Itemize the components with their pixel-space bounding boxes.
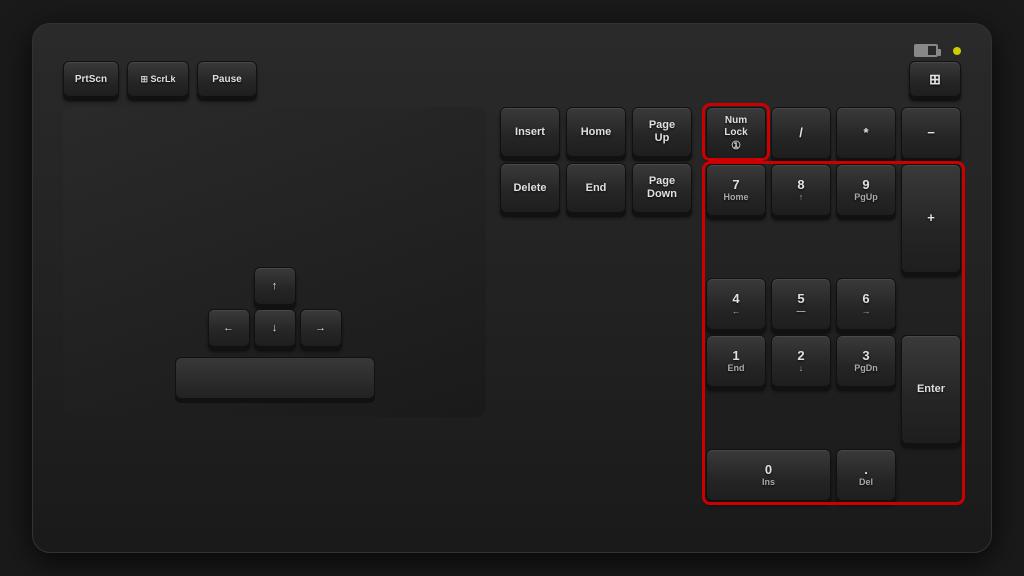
arrow-down-key[interactable]: ↓: [254, 309, 296, 347]
nav-section: Insert Home PageUp Delete End PageDown: [500, 107, 692, 279]
numpad-8-key[interactable]: 8 ↑: [771, 164, 831, 216]
battery-fill: [916, 46, 928, 55]
end-key[interactable]: End: [566, 163, 626, 213]
battery-icon: [914, 44, 938, 57]
numpad-row-4: 0 Ins . Del: [706, 449, 961, 501]
alpha-block: ↑ ← ↓ →: [63, 107, 486, 417]
arrow-left-key[interactable]: ←: [208, 309, 250, 347]
numpad-enter-key[interactable]: Enter: [901, 335, 961, 444]
pageup-key[interactable]: PageUp: [632, 107, 692, 157]
nav-row-2: Delete End PageDown: [500, 163, 692, 213]
delete-key[interactable]: Delete: [500, 163, 560, 213]
numpad-7-key[interactable]: 7 Home: [706, 164, 766, 216]
numlock-key[interactable]: NumLock ①: [706, 107, 766, 159]
numpad-asterisk-key[interactable]: *: [836, 107, 896, 159]
numpad-row-1: 7 Home 8 ↑ 9 PgUp +: [706, 164, 961, 273]
numpad-5-key[interactable]: 5 —: [771, 278, 831, 330]
numpad-row-2: 4 ← 5 — 6 →: [706, 278, 961, 330]
numpad-9-key[interactable]: 9 PgUp: [836, 164, 896, 216]
numpad-row-3: 1 End 2 ↓ 3 PgDn Enter: [706, 335, 961, 444]
numpad-slash-key[interactable]: /: [771, 107, 831, 159]
top-fn-row: PrtScn ⊞ ScrLk Pause ⊞: [63, 61, 961, 97]
home-key[interactable]: Home: [566, 107, 626, 157]
numpad-plus-key[interactable]: +: [901, 164, 961, 273]
numpad-3-key[interactable]: 3 PgDn: [836, 335, 896, 387]
pagedown-key[interactable]: PageDown: [632, 163, 692, 213]
numpad-2-key[interactable]: 2 ↓: [771, 335, 831, 387]
numpad-6-key[interactable]: 6 →: [836, 278, 896, 330]
prtscn-key[interactable]: PrtScn: [63, 61, 119, 97]
numpad-4-key[interactable]: 4 ←: [706, 278, 766, 330]
calc-key[interactable]: ⊞: [909, 61, 961, 97]
top-indicators: [63, 44, 961, 57]
arrow-right-key[interactable]: →: [300, 309, 342, 347]
numpad-minus-key[interactable]: −: [901, 107, 961, 159]
numpad-section: NumLock ① / * − 7 Home: [706, 107, 961, 501]
spacebar[interactable]: [175, 357, 375, 399]
led-dot: [953, 47, 961, 55]
full-layout: ↑ ← ↓ → Insert: [63, 107, 961, 501]
arrow-up-key[interactable]: ↑: [254, 267, 296, 305]
scrlk-key[interactable]: ⊞ ScrLk: [127, 61, 189, 97]
nav-row-1: Insert Home PageUp: [500, 107, 692, 157]
numpad-1-key[interactable]: 1 End: [706, 335, 766, 387]
numpad-0-key[interactable]: 0 Ins: [706, 449, 831, 501]
numpad-dot-key[interactable]: . Del: [836, 449, 896, 501]
insert-key[interactable]: Insert: [500, 107, 560, 157]
battery-body: [914, 44, 938, 57]
numpad-row-0: NumLock ① / * −: [706, 107, 961, 159]
pause-key[interactable]: Pause: [197, 61, 257, 97]
keyboard-container: PrtScn ⊞ ScrLk Pause ⊞ ↑: [32, 23, 992, 553]
